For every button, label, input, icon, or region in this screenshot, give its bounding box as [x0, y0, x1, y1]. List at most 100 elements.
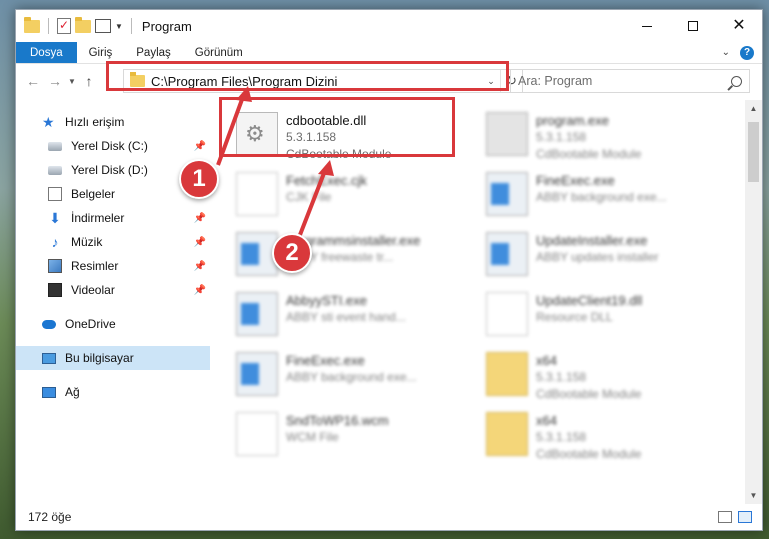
file-type: ABBY sti event hand...	[286, 310, 406, 324]
scroll-thumb[interactable]	[748, 122, 759, 182]
address-bar[interactable]: C:\Program Files\Program Dizini ⌄ ↻	[123, 69, 523, 93]
scroll-up-chevron-icon[interactable]: ▲	[745, 100, 762, 117]
properties-check-icon[interactable]	[57, 18, 71, 34]
file-type: ABBY background exe...	[536, 190, 667, 204]
music-icon: ♪	[51, 234, 59, 250]
file-item[interactable]: UpdateInstaller.exe ABBY updates install…	[486, 232, 659, 276]
close-button[interactable]: ✕	[716, 10, 762, 42]
address-history-chevron-icon[interactable]: ⌄	[482, 76, 500, 87]
file-name: UpdateInstaller.exe	[536, 233, 648, 248]
vertical-scrollbar[interactable]: ▲ ▼	[745, 100, 762, 504]
sidebar-item-local-disk-c[interactable]: Yerel Disk (C:) 📌	[16, 134, 216, 158]
sidebar-item-label: Yerel Disk (D:)	[71, 163, 148, 177]
cloud-icon	[42, 319, 56, 329]
file-version: 5.3.1.158	[536, 130, 587, 144]
document-file-icon	[486, 292, 528, 336]
file-item[interactable]: x64 5.3.1.158 CdBootable Module	[486, 412, 641, 463]
pin-icon: 📌	[193, 284, 206, 296]
file-type: Resource DLL	[536, 310, 613, 324]
downloads-icon: ⬇	[49, 210, 61, 226]
help-icon[interactable]: ?	[740, 45, 754, 60]
minimize-button[interactable]	[624, 10, 670, 42]
ribbon-right-controls: ⌄ ?	[722, 42, 762, 63]
window-controls: ✕	[624, 10, 762, 42]
sidebar-item-label: OneDrive	[65, 317, 116, 331]
file-item[interactable]: programmsinstaller.exe ABBY freewaste tr…	[236, 232, 420, 276]
network-icon	[42, 386, 56, 398]
sidebar-item-videos[interactable]: Videolar 📌	[16, 278, 216, 302]
window-title: Program	[141, 18, 192, 34]
address-row: ← → ▼ ↑ C:\Program Files\Program Dizini …	[16, 64, 762, 98]
address-path[interactable]: C:\Program Files\Program Dizini	[151, 74, 482, 89]
application-file-icon	[486, 232, 528, 276]
sidebar-item-label: Yerel Disk (C:)	[71, 139, 148, 153]
sidebar-item-label: Hızlı erişim	[65, 115, 125, 129]
pin-icon: 📌	[193, 140, 206, 152]
up-button[interactable]: ↑	[78, 70, 100, 92]
sidebar-item-music[interactable]: ♪ Müzik 📌	[16, 230, 216, 254]
maximize-button[interactable]	[670, 10, 716, 42]
file-item[interactable]: FineExec.exe ABBY background exe...	[486, 172, 667, 216]
sidebar-item-onedrive[interactable]: OneDrive	[16, 312, 216, 336]
forward-button[interactable]: →	[44, 70, 66, 92]
file-item-cdbootable-dll[interactable]: cdbootable.dll 5.3.1.158 CdBootable Modu…	[236, 112, 391, 163]
sidebar-item-pictures[interactable]: Resimler 📌	[16, 254, 216, 278]
details-view-icon[interactable]	[718, 511, 732, 523]
sidebar-item-this-pc[interactable]: Bu bilgisayar	[16, 346, 210, 370]
sidebar-item-downloads[interactable]: ⬇ İndirmeler 📌	[16, 206, 216, 230]
tab-share[interactable]: Paylaş	[124, 42, 183, 63]
sidebar-item-quick-access[interactable]: ★ Hızlı erişim	[16, 110, 216, 134]
toolbar-separator	[130, 18, 132, 34]
title-bar: ▼ Program ✕	[16, 10, 762, 42]
ribbon-tabs: Dosya Giriş Paylaş Görünüm ⌄ ?	[16, 42, 762, 64]
sidebar-item-label: Belgeler	[71, 187, 116, 201]
star-icon: ★	[42, 114, 55, 130]
status-bar: 172 öğe	[16, 504, 762, 530]
recent-locations-chevron-icon[interactable]: ▼	[66, 77, 78, 86]
toolbar-separator	[48, 18, 49, 34]
file-item[interactable]: UpdateClient19.dll Resource DLL	[486, 292, 642, 336]
search-icon	[731, 75, 742, 87]
expand-ribbon-chevron-icon[interactable]: ⌄	[722, 47, 730, 58]
zip-file-icon	[486, 352, 528, 396]
new-folder-icon[interactable]	[75, 16, 91, 33]
file-description: CdBootable Module	[536, 387, 642, 401]
pin-icon: 📌	[193, 212, 206, 224]
properties-icon[interactable]	[95, 19, 111, 33]
file-type: CJK File	[286, 190, 332, 204]
maximize-icon	[688, 21, 698, 31]
computer-icon	[42, 352, 56, 364]
file-item[interactable]: FetchExec.cjk CJK File	[236, 172, 367, 216]
sidebar-item-label: Müzik	[71, 235, 103, 249]
file-list: cdbootable.dll 5.3.1.158 CdBootable Modu…	[216, 100, 762, 504]
nav-gap	[16, 370, 216, 380]
file-name: cdbootable.dll	[286, 113, 367, 128]
tab-file[interactable]: Dosya	[16, 42, 77, 63]
file-name: FineExec.exe	[536, 173, 615, 188]
file-name: program.exe	[536, 113, 609, 128]
file-item[interactable]: SndToWP16.wcm WCM File	[236, 412, 389, 456]
tab-view[interactable]: Görünüm	[183, 42, 255, 63]
file-description: CdBootable Module	[286, 147, 392, 161]
sidebar-item-label: Videolar	[71, 283, 115, 297]
customize-toolbar-chevron-icon[interactable]: ▼	[115, 22, 123, 31]
pictures-icon	[48, 259, 62, 273]
explorer-window: ▼ Program ✕ Dosya Giriş Paylaş Görünüm ⌄…	[15, 9, 763, 531]
pin-icon: 📌	[193, 260, 206, 272]
file-name: x64	[536, 413, 557, 428]
file-item[interactable]: x64 5.3.1.158 CdBootable Module	[486, 352, 641, 403]
back-button[interactable]: ←	[22, 70, 44, 92]
file-name: FetchExec.cjk	[286, 173, 367, 188]
scroll-down-chevron-icon[interactable]: ▼	[745, 487, 762, 504]
nav-gap	[16, 336, 216, 346]
file-item[interactable]: FineExec.exe ABBY background exe...	[236, 352, 417, 396]
search-input[interactable]: Ara: Program	[510, 69, 750, 93]
content-area: ★ Hızlı erişim Yerel Disk (C:) 📌 Yerel D…	[16, 100, 762, 504]
large-icons-view-icon[interactable]	[738, 511, 752, 523]
sidebar-item-network[interactable]: Ağ	[16, 380, 216, 404]
tab-home[interactable]: Giriş	[77, 42, 125, 63]
file-item[interactable]: AbbyySTI.exe ABBY sti event hand...	[236, 292, 406, 336]
file-item[interactable]: program.exe 5.3.1.158 CdBootable Module	[486, 112, 641, 163]
file-name: x64	[536, 353, 557, 368]
pin-icon: 📌	[193, 236, 206, 248]
